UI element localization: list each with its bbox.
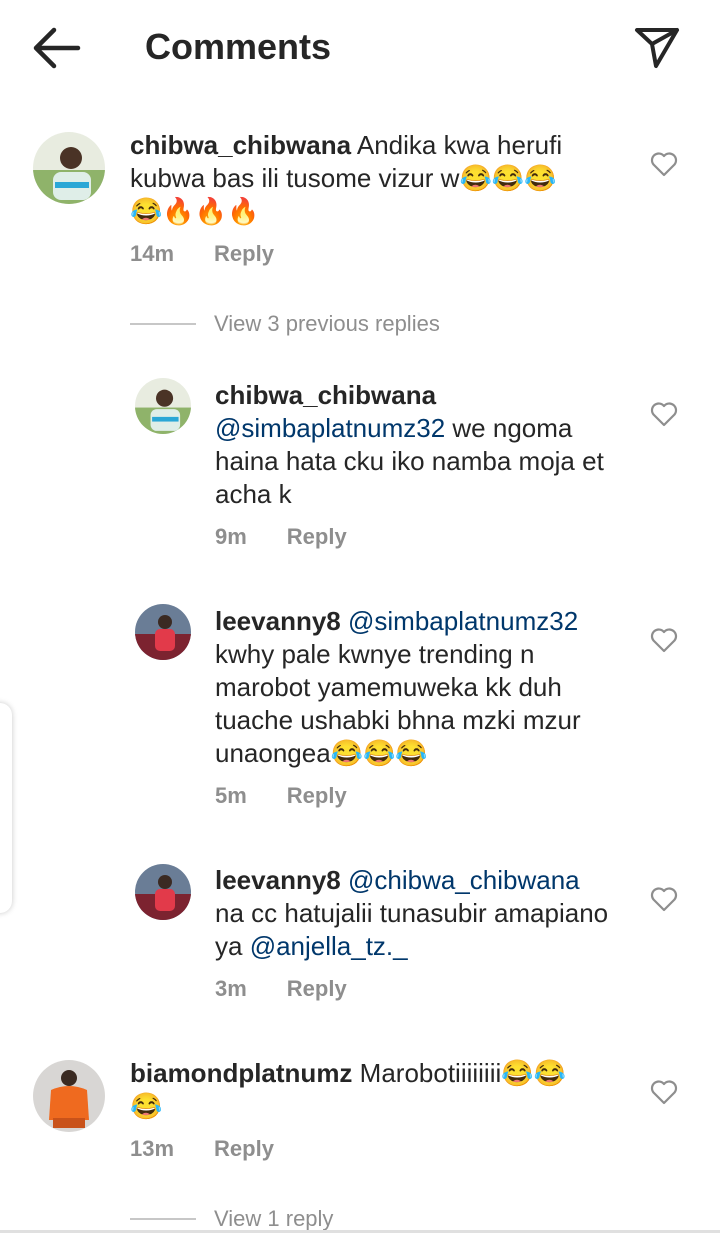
divider <box>130 1218 196 1221</box>
heart-outline-icon[interactable] <box>650 151 678 177</box>
reply-button[interactable]: Reply <box>214 241 274 266</box>
comment-body: Marobotiiiiiiii😂😂 <box>359 1058 567 1088</box>
comment-timestamp: 14m <box>130 241 175 266</box>
back-arrow-icon[interactable] <box>30 24 82 72</box>
reply-button[interactable]: Reply <box>214 1136 274 1161</box>
avatar[interactable] <box>33 1060 105 1132</box>
reply-button[interactable]: Reply <box>287 976 347 1001</box>
divider <box>130 323 196 326</box>
reply-text: leevanny8 @simbaplatnumz32 kwhy pale kwn… <box>215 605 615 770</box>
heart-outline-icon[interactable] <box>650 1079 678 1105</box>
reply-button[interactable]: Reply <box>287 524 347 549</box>
paper-plane-icon[interactable] <box>632 22 682 72</box>
mention-link[interactable]: @anjella_tz._ <box>250 931 408 961</box>
reply-button[interactable]: Reply <box>287 783 347 808</box>
comment-meta: 13m Reply <box>130 1136 274 1162</box>
reply-username[interactable]: chibwa_chibwana <box>215 380 436 410</box>
reply-text: chibwa_chibwana @simbaplatnumz32 we ngom… <box>215 379 615 511</box>
avatar[interactable] <box>135 864 191 920</box>
reply-timestamp: 3m <box>215 976 247 1001</box>
mention-link[interactable]: @chibwa_chibwana <box>348 865 580 895</box>
mention-link[interactable]: @simbaplatnumz32 <box>215 413 445 443</box>
reply-timestamp: 9m <box>215 524 247 549</box>
reply-username[interactable]: leevanny8 <box>215 606 341 636</box>
view-replies-button[interactable]: View 3 previous replies <box>214 311 440 336</box>
reply-text: leevanny8 @chibwa_chibwana na cc hatujal… <box>215 864 615 963</box>
comment-text: chibwa_chibwana Andika kwa herufi kubwa … <box>130 129 610 228</box>
reply-username[interactable]: leevanny8 <box>215 865 341 895</box>
comment-body-line2: 😂 <box>130 1091 163 1121</box>
side-panel-edge <box>0 703 12 913</box>
reply-body: kwhy pale kwnye trending n marobot yamem… <box>215 639 581 768</box>
view-replies-button[interactable]: View 1 reply <box>214 1206 333 1231</box>
view-replies: View 1 reply <box>130 1205 333 1232</box>
comment-text: biamondplatnumz Marobotiiiiiiii😂😂 😂 <box>130 1057 610 1123</box>
comment-timestamp: 13m <box>130 1136 175 1161</box>
reply-meta: 3m Reply <box>215 976 347 1002</box>
reply-meta: 5m Reply <box>215 783 347 809</box>
avatar[interactable] <box>33 132 105 204</box>
page-title: Comments <box>145 26 332 67</box>
reply-meta: 9m Reply <box>215 524 347 550</box>
comment-username[interactable]: biamondplatnumz <box>130 1058 352 1088</box>
avatar[interactable] <box>135 378 191 434</box>
view-replies: View 3 previous replies <box>130 310 440 337</box>
heart-outline-icon[interactable] <box>650 401 678 427</box>
heart-outline-icon[interactable] <box>650 886 678 912</box>
mention-link[interactable]: @simbaplatnumz32 <box>348 606 578 636</box>
comment-username[interactable]: chibwa_chibwana <box>130 130 351 160</box>
comment-body-line2: 😂🔥🔥🔥 <box>130 196 260 226</box>
reply-timestamp: 5m <box>215 783 247 808</box>
avatar[interactable] <box>135 604 191 660</box>
comment-meta: 14m Reply <box>130 241 274 267</box>
heart-outline-icon[interactable] <box>650 627 678 653</box>
top-bar: Comments <box>0 0 720 92</box>
